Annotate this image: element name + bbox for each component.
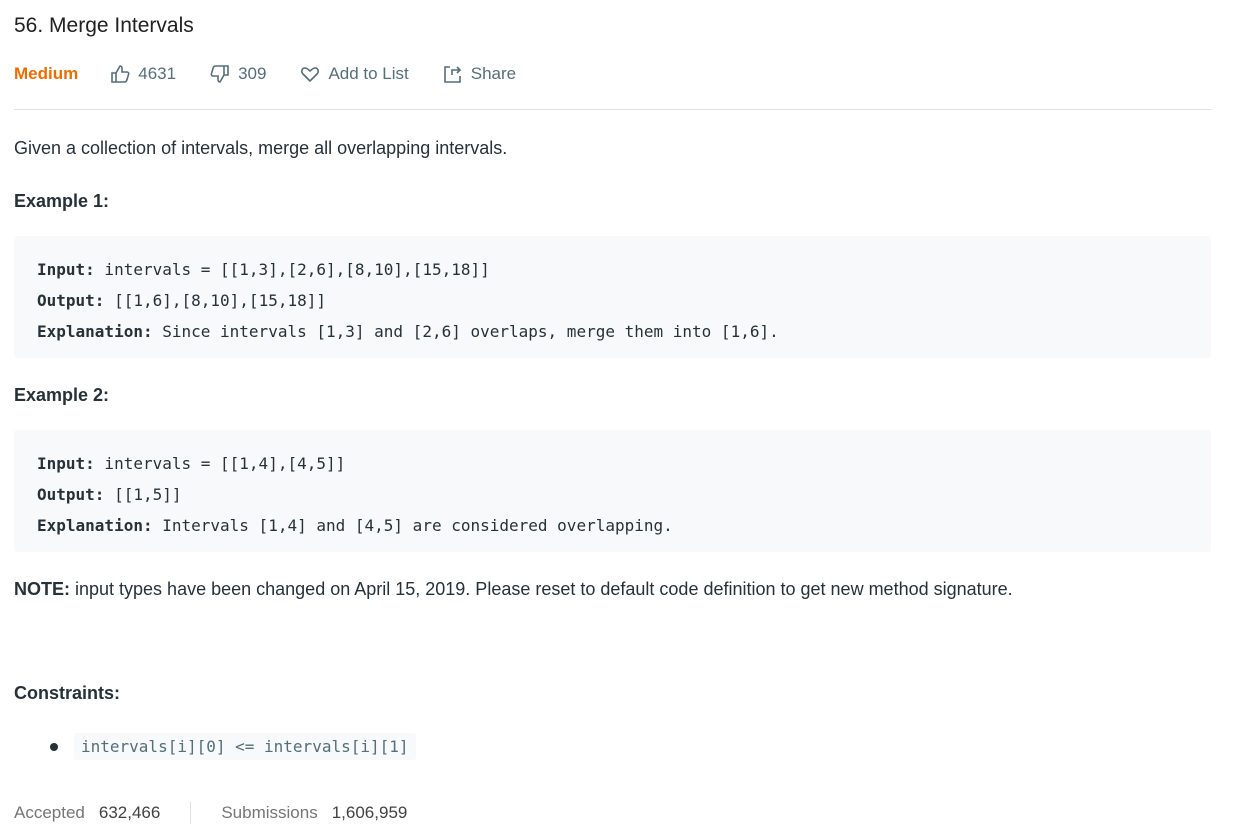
accepted-count: 632,466 [98, 803, 161, 822]
note-text: NOTE: input types have been changed on A… [14, 579, 1013, 600]
thumbs-up-icon [111, 65, 130, 83]
dislike-button[interactable]: 309 [210, 64, 266, 84]
constraint-item: intervals[i][0] <= intervals[i][1] [50, 733, 416, 760]
constraints-heading: Constraints: [14, 683, 121, 703]
add-to-list-label: Add to List [328, 64, 409, 83]
example-2-heading: Example 2: [14, 385, 110, 405]
stats-divider [190, 802, 192, 824]
heart-icon [301, 67, 320, 83]
divider [14, 109, 1211, 110]
note-label: NOTE: [14, 579, 70, 599]
constraint-code: intervals[i][0] <= intervals[i][1] [74, 733, 416, 760]
description-text: Given a collection of intervals, merge a… [14, 138, 508, 158]
note-body: input types have been changed on April 1… [70, 579, 1013, 599]
bullet-icon [50, 742, 58, 751]
dislike-count: 309 [238, 64, 267, 83]
submission-stats: Accepted 632,466 Submissions 1,606,959 [14, 802, 407, 824]
add-to-list-button[interactable]: Add to List [300, 64, 409, 84]
share-label: Share [470, 64, 517, 83]
submissions-count: 1,606,959 [331, 803, 408, 822]
accepted-label: Accepted [14, 803, 85, 822]
problem-meta-bar: Medium 4631 309 Add to List Share [14, 62, 550, 86]
difficulty-badge: Medium [14, 64, 79, 83]
problem-title: 56. Merge Intervals [14, 14, 194, 37]
example-2-block: Input: intervals = [[1,4],[4,5]] Output:… [14, 430, 1211, 552]
example-1-heading: Example 1: [14, 191, 110, 211]
example-1-block: Input: intervals = [[1,3],[2,6],[8,10],[… [14, 236, 1211, 358]
thumbs-down-icon [210, 65, 229, 83]
submissions-label: Submissions [221, 803, 318, 822]
like-button[interactable]: 4631 [110, 64, 176, 84]
share-icon [443, 66, 461, 83]
like-count: 4631 [138, 64, 177, 83]
share-button[interactable]: Share [443, 64, 516, 84]
